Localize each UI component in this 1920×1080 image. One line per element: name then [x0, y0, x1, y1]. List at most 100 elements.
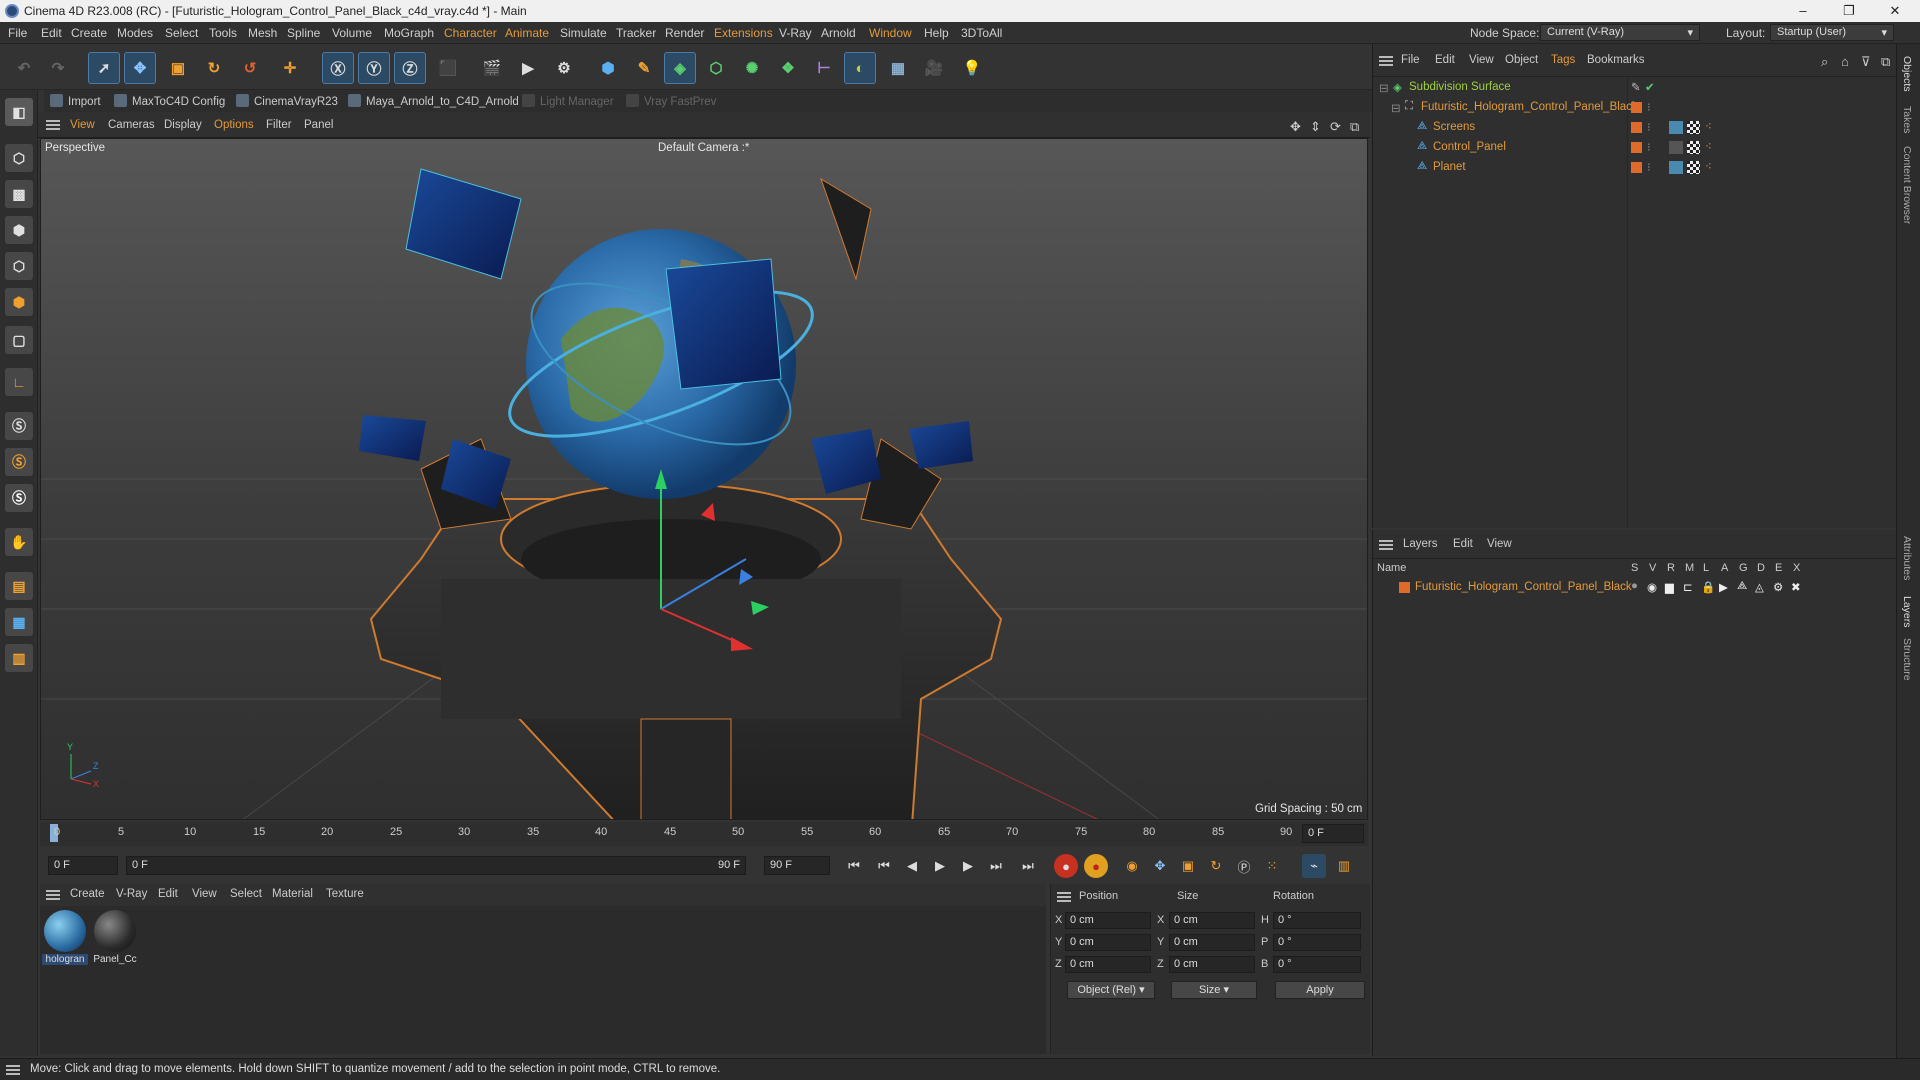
start-frame-field[interactable]: 0 F	[48, 856, 118, 875]
live-selection-icon[interactable]: ➚	[88, 52, 120, 84]
layout-dropdown[interactable]: Startup (User) ▾	[1770, 24, 1894, 41]
points-mode-icon[interactable]: ⬢	[5, 216, 33, 244]
grid-plane-icon[interactable]: ▦	[5, 608, 33, 636]
snap-settings-icon[interactable]: Ⓢ	[5, 448, 33, 476]
previous-frame-icon[interactable]: ◀	[900, 854, 924, 878]
mograph-icon[interactable]: ❖	[772, 52, 804, 84]
layer-flag-deformers[interactable]: D	[1757, 562, 1765, 574]
deformer-icon[interactable]: ◬	[1755, 580, 1764, 594]
recent-tool-icon[interactable]: ↺	[234, 52, 266, 84]
menu-volume[interactable]: Volume	[332, 26, 372, 40]
workplane-icon[interactable]: ▤	[5, 572, 33, 600]
object-menu-view[interactable]: View	[1469, 54, 1494, 66]
menu-character[interactable]: Character	[444, 26, 497, 40]
next-key-icon[interactable]: ⏭	[984, 854, 1008, 878]
object-menu-edit[interactable]: Edit	[1435, 54, 1455, 66]
keyframe-selection-icon[interactable]: ◉	[1120, 854, 1144, 878]
layer-color-swatch[interactable]	[1631, 122, 1642, 133]
position-x-field[interactable]: 0 cm	[1065, 912, 1151, 929]
locked-workplane-icon[interactable]: ▥	[5, 644, 33, 672]
object-menu-file[interactable]: File	[1401, 54, 1420, 66]
tree-collapse-icon[interactable]: ⊟	[1391, 101, 1401, 115]
object-row-control-panel-black[interactable]: ⊟ ⛶ Futuristic_Hologram_Control_Panel_Bl…	[1373, 98, 1897, 118]
size-x-field[interactable]: 0 cm	[1169, 912, 1255, 929]
layer-flag-view[interactable]: V	[1649, 562, 1656, 574]
hamburger-menu-icon[interactable]	[46, 120, 60, 130]
layer-row[interactable]: Futuristic_Hologram_Control_Panel_Black …	[1373, 578, 1897, 598]
search-icon[interactable]: ⌕	[1821, 54, 1828, 70]
lock-icon[interactable]: 🔒	[1701, 580, 1715, 594]
material-tag-icon[interactable]	[1669, 121, 1683, 134]
menu-tracker[interactable]: Tracker	[616, 26, 656, 40]
material-menu-texture[interactable]: Texture	[326, 888, 364, 900]
tab-takes[interactable]: Takes	[1901, 106, 1913, 133]
deformer-icon[interactable]: ⊢	[808, 52, 840, 84]
menu-simulate[interactable]: Simulate	[560, 26, 607, 40]
menu-extensions[interactable]: Extensions	[714, 26, 773, 40]
redo-icon[interactable]: ↷	[42, 52, 74, 84]
xref-icon[interactable]: ✖	[1791, 580, 1801, 594]
layer-color-swatch[interactable]	[1399, 582, 1410, 593]
menu-help[interactable]: Help	[924, 26, 949, 40]
material-menu-create[interactable]: Create	[70, 888, 105, 900]
hamburger-menu-icon[interactable]	[46, 890, 60, 900]
object-row-screens[interactable]: ⟁ Screens ⁝ ⁖	[1373, 118, 1897, 138]
layer-flag-generators[interactable]: G	[1739, 562, 1748, 574]
z-axis-lock-icon[interactable]: Ⓩ	[394, 52, 426, 84]
material-panel[interactable]: Panel_Cc	[92, 910, 138, 965]
camera-icon[interactable]: 🎥	[918, 52, 950, 84]
tab-layers[interactable]: Layers	[1901, 596, 1913, 628]
magnet-icon[interactable]: ✋	[5, 528, 33, 556]
object-menu-object[interactable]: Object	[1505, 54, 1538, 66]
visibility-dots-icon[interactable]: ⁝	[1647, 160, 1651, 174]
position-z-field[interactable]: 0 cm	[1065, 956, 1151, 973]
size-y-field[interactable]: 0 cm	[1169, 934, 1255, 951]
polygons-mode-icon[interactable]: ⬢	[5, 288, 33, 316]
tab-content-browser[interactable]: Content Browser	[1901, 146, 1913, 224]
menu-mograph[interactable]: MoGraph	[384, 26, 434, 40]
rotation-p-field[interactable]: 0 °	[1273, 934, 1361, 951]
hamburger-menu-icon[interactable]	[6, 1065, 20, 1075]
texture-mode-icon[interactable]: ▩	[5, 180, 33, 208]
key-position-icon[interactable]: ✥	[1148, 854, 1172, 878]
menu-vray[interactable]: V-Ray	[779, 26, 812, 40]
viewport-maximize-icon[interactable]: ⧉	[1350, 119, 1359, 135]
visibility-dots-icon[interactable]: ⁝	[1647, 140, 1651, 154]
solo-icon[interactable]: ●	[1631, 580, 1638, 592]
generator-icon[interactable]: ⟁	[1737, 580, 1747, 593]
light-manager-button[interactable]: Light Manager	[522, 94, 614, 108]
hamburger-menu-icon[interactable]	[1379, 540, 1393, 550]
layer-flag-render[interactable]: R	[1667, 562, 1675, 574]
material-menu-edit[interactable]: Edit	[158, 888, 178, 900]
layer-flag-solo[interactable]: S	[1631, 562, 1638, 574]
object-row-control-panel[interactable]: ⟁ Control_Panel ⁝ ⁖	[1373, 138, 1897, 158]
new-window-icon[interactable]: ⧉	[1881, 54, 1890, 70]
layer-color-swatch[interactable]	[1631, 142, 1642, 153]
menu-edit[interactable]: Edit	[41, 26, 62, 40]
preview-range-slider[interactable]: 0 F 90 F	[126, 856, 746, 875]
viewport-menu-panel[interactable]: Panel	[304, 119, 333, 131]
position-y-field[interactable]: 0 cm	[1065, 934, 1151, 951]
subdivision-surface-icon[interactable]: ◈	[664, 52, 696, 84]
edit-icon[interactable]: ✎	[1631, 80, 1641, 94]
material-menu-select[interactable]: Select	[230, 888, 262, 900]
autokey-icon[interactable]: ●	[1084, 854, 1108, 878]
menu-file[interactable]: File	[8, 26, 27, 40]
layer-menu-view[interactable]: View	[1487, 538, 1512, 550]
render-settings-icon[interactable]: ⚙	[548, 52, 580, 84]
cloner-icon[interactable]: ✺	[736, 52, 768, 84]
next-frame-icon[interactable]: ▶	[956, 854, 980, 878]
pen-spline-icon[interactable]: ✎	[628, 52, 660, 84]
layer-menu-layers[interactable]: Layers	[1403, 538, 1438, 550]
cube-primitive-icon[interactable]: ⬢	[592, 52, 624, 84]
menu-render[interactable]: Render	[665, 26, 704, 40]
viewport-move-icon[interactable]: ✥	[1290, 119, 1301, 135]
close-button[interactable]: ✕	[1872, 0, 1918, 22]
material-hologram[interactable]: hologran	[42, 910, 88, 965]
viewport-zoom-icon[interactable]: ⇕	[1310, 119, 1321, 135]
3d-viewport[interactable]: Perspective Default Camera :* Grid Spaci…	[40, 138, 1368, 820]
uv-mode-icon[interactable]: ▢	[5, 326, 33, 354]
enabled-check-icon[interactable]: ✔	[1645, 80, 1655, 94]
visibility-dots-icon[interactable]: ⁝	[1647, 100, 1651, 114]
render-view-icon[interactable]: 🎬	[476, 52, 508, 84]
